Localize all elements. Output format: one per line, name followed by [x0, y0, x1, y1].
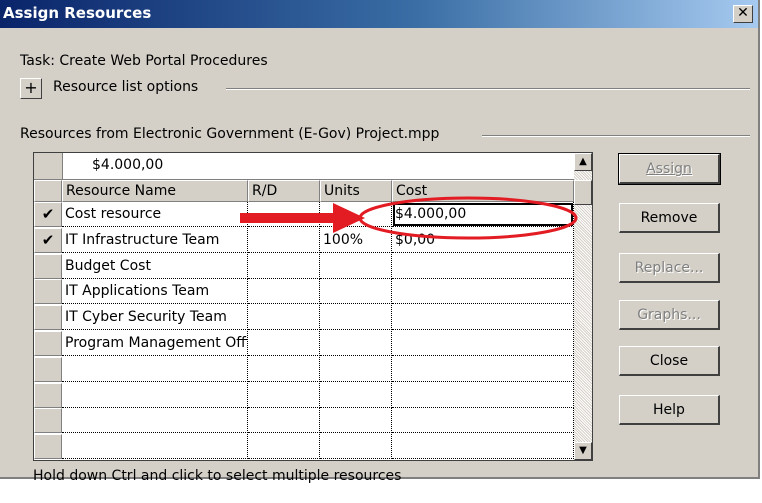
cell-resource-name[interactable] — [62, 434, 248, 460]
cell-units[interactable] — [320, 202, 392, 227]
task-label: Task: Create Web Portal Procedures — [20, 53, 268, 69]
cell-rd[interactable] — [248, 227, 320, 253]
cell-resource-name[interactable]: Cost resource — [62, 202, 248, 227]
row-indicator[interactable] — [34, 279, 62, 305]
cell-units[interactable] — [320, 434, 392, 460]
help-button[interactable]: Help — [619, 395, 720, 425]
resources-divider — [482, 135, 750, 137]
cell-rd[interactable] — [248, 202, 320, 227]
cell-resource-name[interactable]: IT Applications Team — [62, 279, 248, 305]
cell-resource-name[interactable]: Budget Cost — [62, 253, 248, 279]
help-label: Help — [653, 402, 685, 418]
cell-cost[interactable] — [392, 331, 574, 356]
cell-cost[interactable] — [392, 408, 574, 434]
grid-scrollbar[interactable]: ▲ ▼ — [574, 153, 592, 460]
assign-resources-dialog: Assign Resources ✕ Task: Create Web Port… — [0, 0, 760, 484]
cell-rd[interactable] — [248, 253, 320, 279]
resource-grid[interactable]: $4.000,00 Resource Name R/D Units Cost ✔… — [33, 152, 593, 461]
cell-units[interactable] — [320, 253, 392, 279]
cell-cost[interactable] — [392, 253, 574, 279]
cell-edit-value[interactable]: $4.000,00 — [92, 157, 163, 173]
resource-list-options-label[interactable]: Resource list options — [53, 79, 198, 95]
cell-units[interactable] — [320, 331, 392, 356]
cell-cost[interactable] — [392, 356, 574, 382]
row-indicator[interactable] — [34, 382, 62, 408]
column-header-cost[interactable]: Cost — [392, 180, 574, 202]
table-row[interactable] — [34, 434, 574, 460]
cell-rd[interactable] — [248, 382, 320, 408]
cell-cost[interactable]: $0,00 — [392, 227, 574, 253]
scroll-up-icon[interactable]: ▲ — [574, 153, 592, 171]
table-row[interactable]: IT Applications Team — [34, 279, 574, 305]
cell-cost[interactable] — [392, 305, 574, 331]
cell-resource-name[interactable] — [62, 382, 248, 408]
close-button[interactable]: Close — [619, 346, 720, 376]
row-indicator[interactable] — [34, 408, 62, 434]
remove-label: Remove — [640, 210, 698, 226]
row-indicator[interactable] — [34, 253, 62, 279]
cell-units[interactable] — [320, 356, 392, 382]
close-label: Close — [649, 353, 689, 369]
cell-resource-name[interactable] — [62, 408, 248, 434]
table-row[interactable] — [34, 382, 574, 408]
scroll-thumb[interactable] — [574, 180, 592, 205]
assign-button[interactable]: Assign — [618, 153, 721, 185]
multi-select-hint: Hold down Ctrl and click to select multi… — [33, 468, 402, 484]
assign-label: Assign — [646, 161, 692, 177]
column-header-resource-name[interactable]: Resource Name — [62, 180, 248, 202]
select-all-header[interactable] — [34, 180, 62, 202]
cell-rd[interactable] — [248, 408, 320, 434]
cell-cost[interactable] — [392, 434, 574, 460]
cell-rd[interactable] — [248, 434, 320, 460]
cell-edit-bar[interactable]: $4.000,00 — [34, 153, 574, 180]
row-indicator[interactable]: ✔ — [34, 227, 62, 253]
cell-cost[interactable]: $4.000,00 — [392, 202, 574, 227]
cell-units[interactable]: 100% — [320, 227, 392, 253]
table-row[interactable] — [34, 356, 574, 382]
cell-rd[interactable] — [248, 279, 320, 305]
expand-options-button[interactable]: + — [20, 78, 42, 99]
cell-resource-name[interactable]: Program Management Office — [62, 331, 248, 356]
column-header-units[interactable]: Units — [320, 180, 392, 202]
graphs-label: Graphs... — [637, 307, 701, 323]
table-row[interactable]: Budget Cost — [34, 253, 574, 279]
table-row[interactable] — [34, 408, 574, 434]
replace-label: Replace... — [634, 260, 704, 276]
cell-units[interactable] — [320, 408, 392, 434]
row-indicator[interactable] — [34, 331, 62, 356]
row-indicator[interactable] — [34, 434, 62, 460]
cell-units[interactable] — [320, 382, 392, 408]
column-header-rd[interactable]: R/D — [248, 180, 320, 202]
cell-resource-name[interactable] — [62, 356, 248, 382]
replace-button[interactable]: Replace... — [619, 253, 720, 283]
cell-cost[interactable] — [392, 279, 574, 305]
scroll-down-icon[interactable]: ▼ — [574, 442, 592, 460]
edit-bar-corner — [34, 153, 63, 179]
remove-button[interactable]: Remove — [619, 203, 720, 233]
row-indicator[interactable] — [34, 305, 62, 331]
cell-units[interactable] — [320, 279, 392, 305]
cell-cost[interactable] — [392, 382, 574, 408]
title-bar: Assign Resources ✕ — [0, 0, 758, 28]
cell-resource-name[interactable]: IT Infrastructure Team — [62, 227, 248, 253]
table-row[interactable]: Program Management Office — [34, 331, 574, 356]
options-divider — [226, 88, 750, 90]
cell-resource-name[interactable]: IT Cyber Security Team — [62, 305, 248, 331]
graphs-button[interactable]: Graphs... — [619, 300, 720, 330]
window-title: Assign Resources — [3, 4, 152, 22]
cell-rd[interactable] — [248, 356, 320, 382]
cell-units[interactable] — [320, 305, 392, 331]
table-row[interactable]: ✔ Cost resource $4.000,00 — [34, 202, 574, 227]
cell-rd[interactable] — [248, 331, 320, 356]
table-row[interactable]: ✔ IT Infrastructure Team 100% $0,00 — [34, 227, 574, 253]
table-row[interactable]: IT Cyber Security Team — [34, 305, 574, 331]
close-icon[interactable]: ✕ — [733, 5, 753, 23]
cell-rd[interactable] — [248, 305, 320, 331]
row-indicator[interactable] — [34, 356, 62, 382]
row-indicator[interactable]: ✔ — [34, 202, 62, 227]
resources-source-label: Resources from Electronic Government (E-… — [20, 126, 440, 142]
